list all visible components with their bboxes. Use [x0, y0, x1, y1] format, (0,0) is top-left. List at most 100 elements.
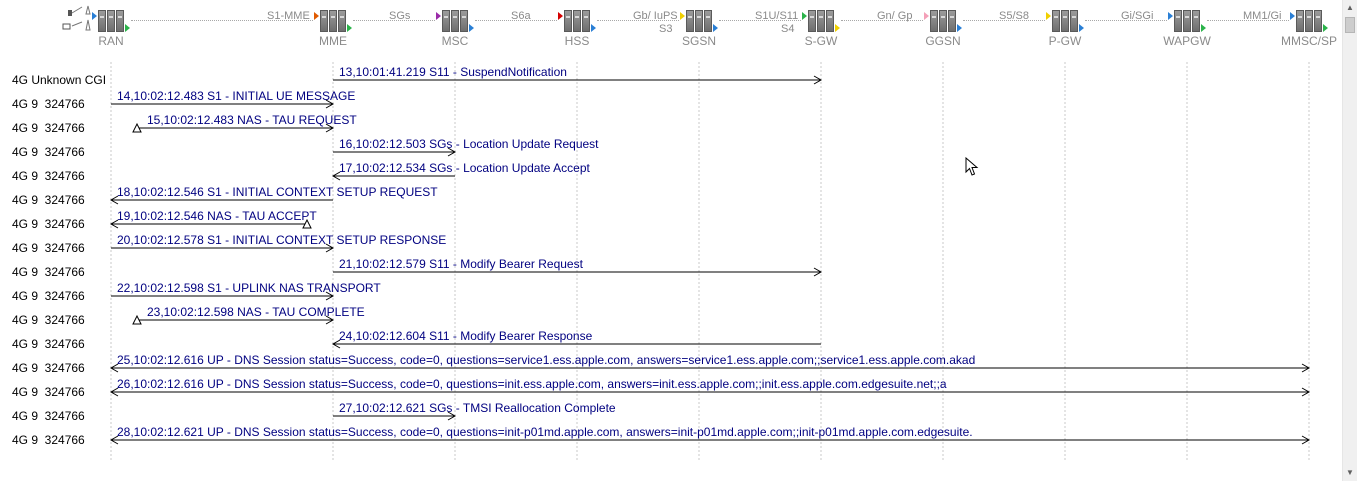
- sequence-message[interactable]: 21,10:02:12.579 S11 - Modify Bearer Requ…: [339, 257, 583, 271]
- server-rack-unit: [1192, 10, 1200, 32]
- server-rack-unit: [1070, 10, 1078, 32]
- interface-label: MM1/Gi: [1243, 10, 1282, 22]
- interface-triangle-icon: [314, 12, 319, 20]
- interface-triangle-icon: [1323, 24, 1328, 32]
- server-rack-unit: [107, 10, 115, 32]
- interface-triangle-icon: [1201, 24, 1206, 32]
- node-label: WAPGW: [1163, 34, 1211, 48]
- cell-id-label: 4G 9 324766: [12, 361, 85, 375]
- server-rack-unit: [320, 10, 328, 32]
- sequence-message[interactable]: 23,10:02:12.598 NAS - TAU COMPLETE: [147, 305, 365, 319]
- server-rack-unit: [564, 10, 572, 32]
- server-rack-unit: [939, 10, 947, 32]
- interface-label: S1U/S11: [755, 10, 799, 22]
- server-rack-unit: [442, 10, 450, 32]
- cell-id-label: 4G 9 324766: [12, 289, 85, 303]
- sequence-message[interactable]: 17,10:02:12.534 SGs - Location Update Ac…: [339, 161, 590, 175]
- node-label: MMSC/SP: [1280, 34, 1337, 48]
- interface-triangle-icon: [924, 12, 929, 20]
- interface-triangle-icon: [713, 24, 718, 32]
- server-rack-unit: [1305, 10, 1313, 32]
- interface-triangle-icon: [436, 12, 441, 20]
- server-rack-unit: [1174, 10, 1182, 32]
- interface-label: S1-MME: [267, 10, 310, 22]
- server-rack-unit: [1061, 10, 1069, 32]
- sequence-message[interactable]: 19,10:02:12.546 NAS - TAU ACCEPT: [117, 209, 317, 223]
- scroll-thumb[interactable]: [1345, 17, 1355, 33]
- cell-id-label: 4G 9 324766: [12, 241, 85, 255]
- cell-id-label: 4G 9 324766: [12, 337, 85, 351]
- message-sequence-diagram: 4G Unknown CGI 13,10:01:41.219 S11 - Susp…: [0, 62, 1342, 481]
- server-rack-unit: [1183, 10, 1191, 32]
- node-label: MME: [319, 34, 347, 48]
- interface-label: Gb/ IuPS: [633, 10, 678, 22]
- node-label: MSC: [441, 34, 469, 48]
- interface-triangle-icon: [680, 12, 685, 20]
- radio-antenna-icon: [62, 5, 91, 31]
- interface-triangle-icon: [591, 24, 596, 32]
- node-label: S-GW: [804, 34, 838, 48]
- interface-triangle-icon: [125, 24, 130, 32]
- interface-triangle-icon: [1168, 12, 1173, 20]
- server-rack-unit: [338, 10, 346, 32]
- sequence-message[interactable]: 16,10:02:12.503 SGs - Location Update Re…: [339, 137, 599, 151]
- server-rack-unit: [826, 10, 834, 32]
- sequence-message[interactable]: 20,10:02:12.578 S1 - INITIAL CONTEXT SET…: [117, 233, 446, 247]
- server-rack-unit: [1296, 10, 1304, 32]
- interface-triangle-icon: [558, 12, 563, 20]
- server-rack-unit: [451, 10, 459, 32]
- cell-id-label: 4G Unknown CGI: [12, 73, 107, 87]
- server-rack-unit: [582, 10, 590, 32]
- node-label: SGSN: [681, 34, 716, 48]
- sequence-message[interactable]: 18,10:02:12.546 S1 - INITIAL CONTEXT SET…: [117, 185, 438, 199]
- sequence-message[interactable]: 22,10:02:12.598 S1 - UPLINK NAS TRANSPOR…: [117, 281, 381, 295]
- network-node-header: RAN S1-MME MME SGs MSC S6a HSS Gb/ IuPS S3 SGSN S1…: [0, 0, 1342, 62]
- cell-id-label: 4G 9 324766: [12, 217, 85, 231]
- interface-triangle-icon: [347, 24, 352, 32]
- cell-id-label: 4G 9 324766: [12, 409, 85, 423]
- server-rack-unit: [686, 10, 694, 32]
- node-label: GGSN: [925, 34, 961, 48]
- interface-label: Gi/SGi: [1121, 10, 1154, 22]
- cell-id-label: 4G 9 324766: [12, 193, 85, 207]
- vertical-scrollbar[interactable]: ▲ ▼: [1342, 0, 1357, 481]
- interface-triangle-icon: [835, 24, 840, 32]
- interface-triangle-icon: [469, 24, 474, 32]
- interface-triangle-icon: [802, 12, 807, 20]
- server-rack-unit: [1052, 10, 1060, 32]
- mouse-pointer-icon: [965, 157, 979, 176]
- interface-label: Gn/ Gp: [877, 10, 913, 22]
- sequence-message[interactable]: 25,10:02:12.616 UP - DNS Session status=…: [117, 353, 975, 367]
- server-rack-unit: [98, 10, 106, 32]
- interface-label: S5/S8: [999, 10, 1029, 22]
- node-label: HSS: [564, 34, 590, 48]
- server-rack-unit: [704, 10, 712, 32]
- sequence-message[interactable]: 15,10:02:12.483 NAS - TAU REQUEST: [147, 113, 357, 127]
- server-rack-unit: [460, 10, 468, 32]
- cell-id-label: 4G 9 324766: [12, 121, 85, 135]
- server-rack-unit: [116, 10, 124, 32]
- interface-triangle-icon: [1079, 24, 1084, 32]
- cell-id-label: 4G 9 324766: [12, 169, 85, 183]
- interface-triangle-icon: [1290, 12, 1295, 20]
- sequence-message[interactable]: 14,10:02:12.483 S1 - INITIAL UE MESSAGE: [117, 89, 355, 103]
- cell-id-label: 4G 9 324766: [12, 433, 85, 447]
- server-rack-unit: [329, 10, 337, 32]
- cell-id-label: 4G 9 324766: [12, 265, 85, 279]
- sequence-message[interactable]: 13,10:01:41.219 S11 - SuspendNotificatio…: [339, 65, 567, 79]
- sequence-message[interactable]: 27,10:02:12.621 SGs - TMSI Reallocation …: [339, 401, 616, 415]
- node-label: P-GW: [1048, 34, 1082, 48]
- scroll-down-arrow-icon[interactable]: ▼: [1343, 465, 1357, 481]
- server-rack-unit: [695, 10, 703, 32]
- cell-id-label: 4G 9 324766: [12, 313, 85, 327]
- cell-id-label: 4G 9 324766: [12, 145, 85, 159]
- cell-id-label: 4G 9 324766: [12, 97, 85, 111]
- sequence-message[interactable]: 26,10:02:12.616 UP - DNS Session status=…: [117, 377, 947, 391]
- interface-label: SGs: [389, 10, 411, 22]
- server-rack-unit: [808, 10, 816, 32]
- sequence-message[interactable]: 24,10:02:12.604 S11 - Modify Bearer Resp…: [339, 329, 592, 343]
- sequence-message[interactable]: 28,10:02:12.621 UP - DNS Session status=…: [117, 425, 973, 439]
- interface-triangle-icon: [957, 24, 962, 32]
- scroll-up-arrow-icon[interactable]: ▲: [1343, 0, 1357, 16]
- server-rack-unit: [948, 10, 956, 32]
